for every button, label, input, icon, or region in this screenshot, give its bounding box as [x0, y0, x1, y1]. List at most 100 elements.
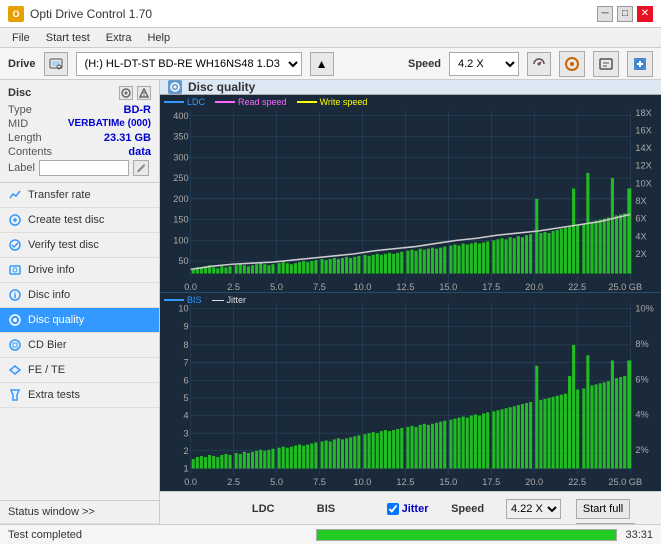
svg-text:4: 4 — [184, 411, 189, 421]
sidebar-item-transfer-rate[interactable]: Transfer rate — [0, 183, 159, 208]
label-input[interactable] — [39, 160, 129, 176]
disc-info-icon — [8, 288, 22, 302]
disc-info-label: Disc info — [28, 289, 70, 301]
label-edit-btn[interactable] — [133, 160, 149, 176]
svg-text:2.5: 2.5 — [227, 477, 240, 487]
drive-icon-btn[interactable] — [44, 52, 68, 76]
window-controls: ─ □ ✕ — [597, 6, 653, 22]
chart-top: LDC Read speed Write speed — [160, 95, 661, 293]
drive-info-label: Drive info — [28, 264, 74, 276]
svg-text:0.0: 0.0 — [184, 282, 197, 292]
svg-text:9: 9 — [184, 322, 189, 332]
legend-jitter: Jitter — [227, 295, 247, 305]
sidebar-item-create-test-disc[interactable]: Create test disc — [0, 208, 159, 233]
sidebar-item-extra-tests[interactable]: Extra tests — [0, 383, 159, 408]
statusbar: Test completed 33:31 — [0, 524, 661, 544]
svg-text:3: 3 — [184, 428, 189, 438]
svg-text:5.0: 5.0 — [270, 477, 283, 487]
close-button[interactable]: ✕ — [637, 6, 653, 22]
speed-icon-btn[interactable] — [527, 52, 551, 76]
svg-text:8X: 8X — [635, 196, 646, 206]
cd-bier-label: CD Bier — [28, 339, 67, 351]
legend-write-speed: Write speed — [320, 97, 368, 107]
eject-button[interactable]: ▲ — [310, 52, 334, 76]
svg-text:20.0: 20.0 — [525, 282, 543, 292]
jitter-label: Jitter — [402, 503, 429, 515]
speed-label: Speed — [408, 58, 441, 70]
svg-text:17.5: 17.5 — [482, 282, 500, 292]
status-completed-text: Test completed — [8, 529, 308, 541]
svg-text:12X: 12X — [635, 161, 651, 171]
chart-bottom: BIS Jitter — [160, 293, 661, 490]
contents-label: Contents — [8, 146, 52, 158]
svg-text:22.5: 22.5 — [568, 282, 586, 292]
length-label: Length — [8, 132, 42, 144]
disc-quality-header-icon — [168, 80, 182, 94]
svg-text:22.5: 22.5 — [568, 477, 586, 487]
toolbar-btn3[interactable] — [627, 51, 653, 77]
sidebar-item-disc-info[interactable]: Disc info — [0, 283, 159, 308]
fe-te-label: FE / TE — [28, 364, 65, 376]
sidebar-item-verify-test-disc[interactable]: Verify test disc — [0, 233, 159, 258]
disc-panel-title: Disc — [8, 87, 31, 99]
transfer-rate-label: Transfer rate — [28, 189, 91, 201]
titlebar: O Opti Drive Control 1.70 ─ □ ✕ — [0, 0, 661, 28]
sidebar-item-fe-te[interactable]: FE / TE — [0, 358, 159, 383]
svg-text:4%: 4% — [635, 410, 648, 420]
svg-text:15.0: 15.0 — [439, 477, 457, 487]
toolbar-btn2[interactable] — [593, 51, 619, 77]
svg-text:5: 5 — [184, 393, 189, 403]
stats-bar: LDC BIS Jitter Speed 4.22 X — [160, 491, 661, 525]
svg-text:8%: 8% — [635, 339, 648, 349]
disc-quality-label: Disc quality — [28, 314, 84, 326]
minimize-button[interactable]: ─ — [597, 6, 613, 22]
disc-panel: Disc Type BD-R MID VERBATIMe (000) — [0, 80, 159, 183]
verify-test-disc-label: Verify test disc — [28, 239, 99, 251]
svg-text:10X: 10X — [635, 178, 651, 188]
svg-text:4X: 4X — [635, 231, 646, 241]
status-time: 33:31 — [625, 529, 653, 541]
svg-text:8: 8 — [184, 340, 189, 350]
svg-text:100: 100 — [173, 235, 188, 245]
drive-label: Drive — [8, 58, 36, 70]
status-window-item[interactable]: Status window >> — [0, 501, 159, 524]
speed-select[interactable]: 4.2 X — [449, 52, 519, 76]
svg-text:6X: 6X — [635, 214, 646, 224]
disc-icon-btn2[interactable] — [137, 86, 151, 100]
mid-value: VERBATIMe (000) — [68, 118, 151, 130]
menu-file[interactable]: File — [4, 30, 38, 46]
sidebar-item-drive-info[interactable]: Drive info — [0, 258, 159, 283]
type-label: Type — [8, 104, 32, 116]
svg-text:10.0: 10.0 — [353, 477, 371, 487]
svg-text:2.5: 2.5 — [227, 282, 240, 292]
legend-bis: BIS — [187, 295, 202, 305]
main-layout: Disc Type BD-R MID VERBATIMe (000) — [0, 80, 661, 524]
maximize-button[interactable]: □ — [617, 6, 633, 22]
speed-dropdown[interactable]: 4.22 X — [506, 499, 561, 519]
svg-text:25.0 GB: 25.0 GB — [608, 477, 642, 487]
header-speed: Speed — [437, 498, 498, 520]
sidebar-item-cd-bier[interactable]: CD Bier — [0, 333, 159, 358]
svg-text:1: 1 — [184, 464, 189, 474]
toolbar-btn1[interactable] — [559, 51, 585, 77]
app-icon: O — [8, 6, 24, 22]
create-test-disc-icon — [8, 213, 22, 227]
start-full-button[interactable]: Start full — [576, 499, 630, 519]
svg-text:17.5: 17.5 — [482, 477, 500, 487]
mid-label: MID — [8, 118, 28, 130]
svg-text:350: 350 — [173, 132, 188, 142]
cd-bier-icon — [8, 338, 22, 352]
disc-icon-btn1[interactable] — [119, 86, 133, 100]
disc-quality-title: Disc quality — [188, 80, 255, 94]
svg-text:0.0: 0.0 — [184, 477, 197, 487]
header-bis: BIS — [296, 498, 357, 520]
drive-select[interactable]: (H:) HL-DT-ST BD-RE WH16NS48 1.D3 — [76, 52, 302, 76]
sidebar-item-disc-quality[interactable]: Disc quality — [0, 308, 159, 333]
menu-start-test[interactable]: Start test — [38, 30, 98, 46]
svg-text:25.0 GB: 25.0 GB — [608, 282, 642, 292]
menubar: File Start test Extra Help — [0, 28, 661, 48]
jitter-checkbox[interactable] — [387, 503, 399, 515]
menu-help[interactable]: Help — [139, 30, 178, 46]
menu-extra[interactable]: Extra — [98, 30, 140, 46]
svg-text:50: 50 — [178, 256, 188, 266]
